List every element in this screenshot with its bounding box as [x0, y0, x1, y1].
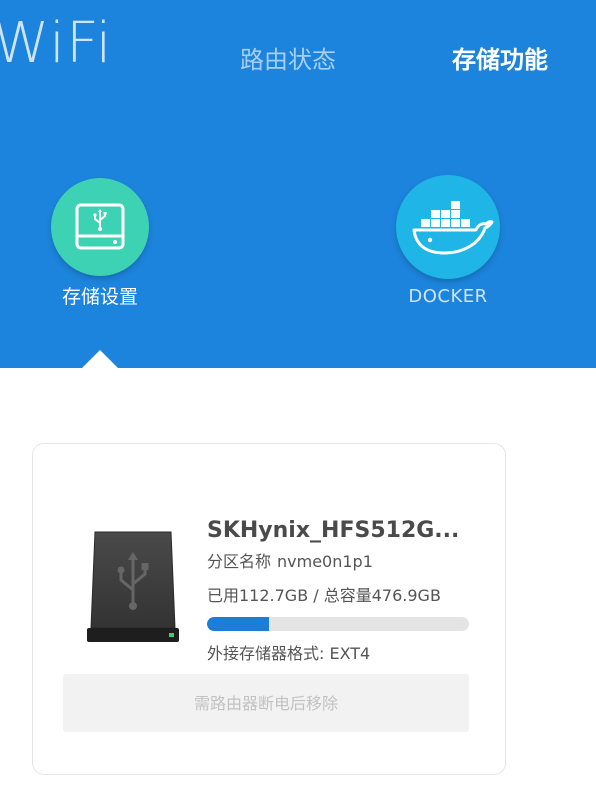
partition-value: nvme0n1p1 [277, 552, 373, 571]
docker-circle[interactable] [396, 175, 500, 279]
storage-settings-label: 存储设置 [61, 286, 138, 308]
usb-drive-icon [75, 203, 125, 250]
wifi-logo: WiFi [0, 11, 113, 76]
feature-docker[interactable]: DOCKER [378, 175, 518, 310]
selection-pointer [82, 350, 118, 368]
disk-usage-bar-fill [207, 617, 269, 631]
disk-name: SKHynix_HFS512G... [207, 518, 460, 543]
disk-usage-text: 已用112.7GB / 总容量476.9GB [207, 586, 441, 605]
usb-hard-drive-icon [87, 531, 179, 642]
partition-info: 分区名称 nvme0n1p1 [207, 550, 373, 574]
disk-usage-bar [207, 617, 469, 631]
storage-device-card: SKHynix_HFS512G... 分区名称 nvme0n1p1 已用112.7… [32, 443, 506, 775]
storage-settings-circle[interactable] [51, 178, 149, 276]
docker-label: DOCKER [408, 286, 488, 307]
feature-storage-settings[interactable]: 存储设置 [30, 178, 170, 310]
disk-format: 外接存储器格式: EXT4 [207, 644, 371, 663]
header-banner: WiFi 路由状态 存储功能 存储设置 DOCKER [0, 0, 596, 368]
nav-router-status[interactable]: 路由状态 [240, 42, 336, 78]
docker-whale-icon [412, 201, 494, 255]
eject-disabled-button[interactable]: 需路由器断电后移除 [63, 674, 469, 732]
partition-label: 分区名称 [207, 552, 272, 571]
nav-storage-functions[interactable]: 存储功能 [452, 42, 548, 78]
